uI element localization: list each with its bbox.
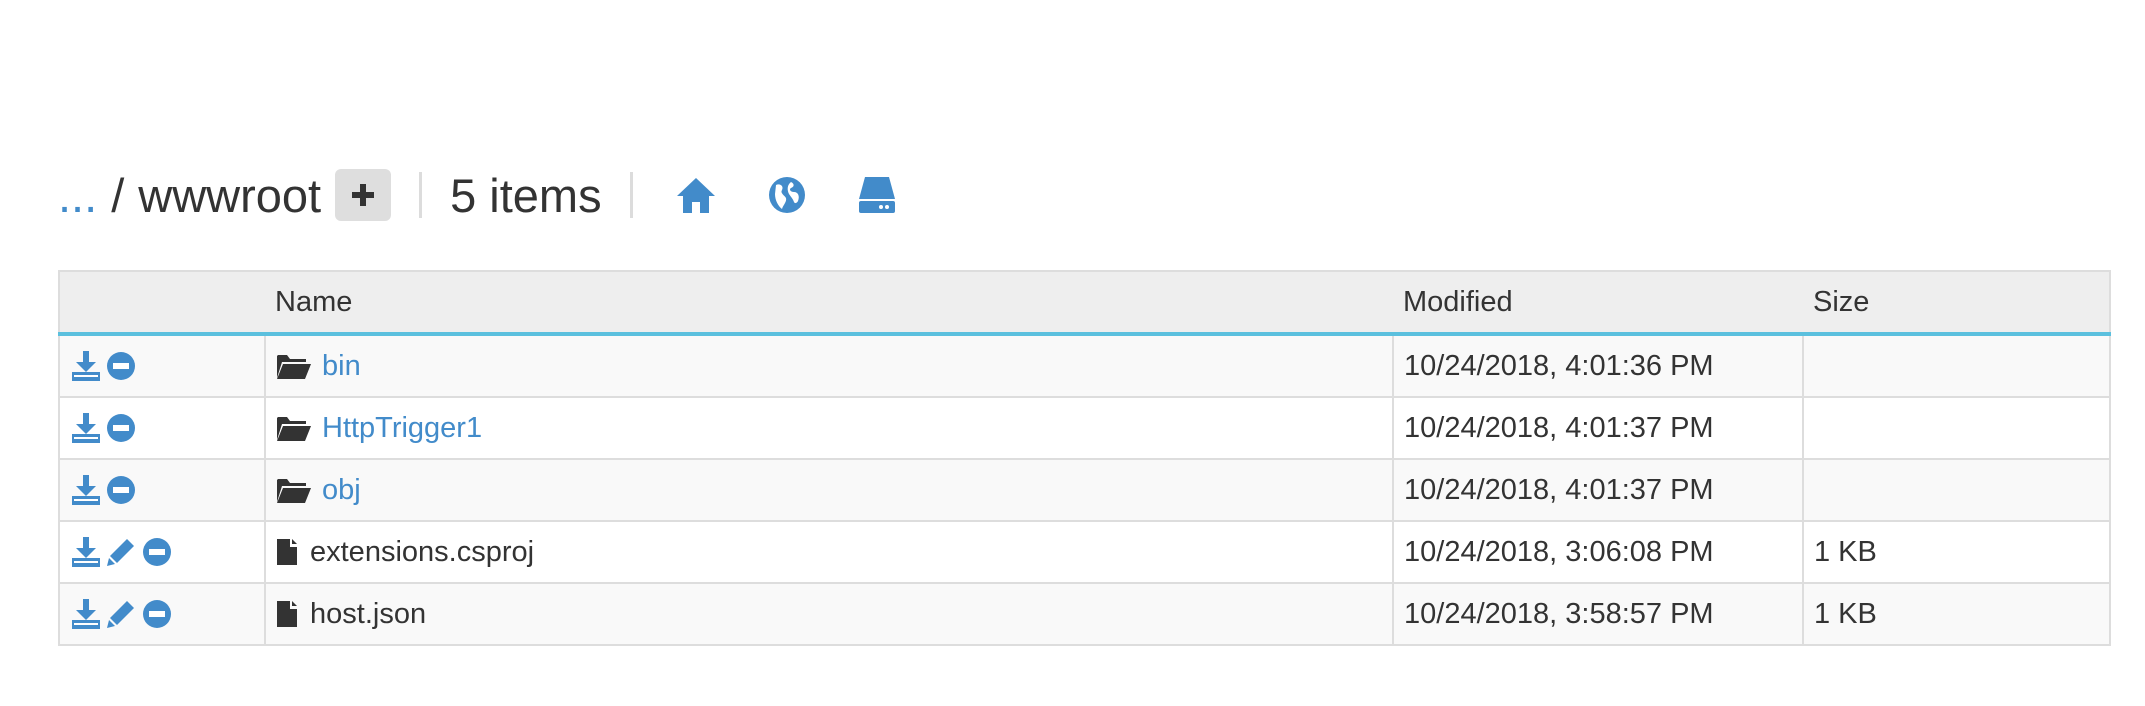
size-cell: 1 KB <box>1802 582 2111 646</box>
add-button[interactable] <box>335 169 392 221</box>
file-name[interactable]: host.json <box>310 598 426 631</box>
modified-cell: 10/24/2018, 3:06:08 PM <box>1392 520 1804 584</box>
file-icon <box>277 601 297 627</box>
folder-link[interactable]: bin <box>322 350 361 383</box>
folder-open-icon <box>277 355 311 379</box>
size-cell <box>1802 333 2111 398</box>
table-row: bin 10/24/2018, 4:01:36 PM <box>58 333 2111 398</box>
row-actions <box>58 520 266 584</box>
breadcrumb-current: wwwroot <box>138 168 322 222</box>
delete-icon[interactable] <box>106 475 136 505</box>
row-actions <box>58 458 266 522</box>
size-cell: 1 KB <box>1802 520 2111 584</box>
download-icon[interactable] <box>72 599 100 629</box>
file-table: Name Modified Size bin 10/24/2018, 4:01:… <box>58 270 2111 646</box>
download-icon[interactable] <box>72 475 100 505</box>
name-cell: bin <box>264 333 1394 398</box>
row-actions <box>58 396 266 460</box>
name-cell: HttpTrigger1 <box>264 396 1394 460</box>
row-actions <box>58 333 266 398</box>
folder-open-icon <box>277 479 311 503</box>
table-row: host.json 10/24/2018, 3:58:57 PM 1 KB <box>58 582 2111 646</box>
modified-cell: 10/24/2018, 4:01:37 PM <box>1392 458 1804 522</box>
size-cell <box>1802 458 2111 522</box>
home-button[interactable] <box>675 176 717 214</box>
file-name[interactable]: extensions.csproj <box>310 536 534 569</box>
size-column-header[interactable]: Size <box>1803 270 2111 336</box>
edit-icon[interactable] <box>106 537 136 567</box>
drive-button[interactable] <box>857 175 897 215</box>
delete-icon[interactable] <box>106 351 136 381</box>
globe-icon <box>768 177 805 213</box>
drive-icon <box>858 177 895 213</box>
toolbar-divider <box>419 172 423 218</box>
actions-column-header <box>58 270 265 336</box>
breadcrumb-parent-link[interactable]: ... <box>58 168 97 223</box>
name-column-header[interactable]: Name <box>265 270 1393 336</box>
modified-cell: 10/24/2018, 4:01:36 PM <box>1392 333 1804 398</box>
folder-open-icon <box>277 417 311 441</box>
item-count: 5 items <box>450 168 602 222</box>
table-row: obj 10/24/2018, 4:01:37 PM <box>58 458 2111 522</box>
home-icon <box>676 178 715 213</box>
modified-cell: 10/24/2018, 3:58:57 PM <box>1392 582 1804 646</box>
delete-icon[interactable] <box>142 599 172 629</box>
folder-link[interactable]: HttpTrigger1 <box>322 412 482 445</box>
table-header-row: Name Modified Size <box>58 270 2111 336</box>
download-icon[interactable] <box>72 351 100 381</box>
modified-column-header[interactable]: Modified <box>1393 270 1803 336</box>
toolbar: ... / wwwroot 5 items <box>58 162 933 228</box>
file-table-container: Name Modified Size bin 10/24/2018, 4:01:… <box>58 270 2111 646</box>
edit-icon[interactable] <box>106 599 136 629</box>
file-icon <box>277 539 297 565</box>
name-cell: obj <box>264 458 1394 522</box>
delete-icon[interactable] <box>142 537 172 567</box>
modified-cell: 10/24/2018, 4:01:37 PM <box>1392 396 1804 460</box>
download-icon[interactable] <box>72 413 100 443</box>
toolbar-divider <box>629 172 633 218</box>
name-cell: host.json <box>264 582 1394 646</box>
table-row: extensions.csproj 10/24/2018, 3:06:08 PM… <box>58 520 2111 584</box>
row-actions <box>58 582 266 646</box>
breadcrumb-separator: / <box>111 168 125 222</box>
plus-icon <box>352 184 375 206</box>
table-row: HttpTrigger1 10/24/2018, 4:01:37 PM <box>58 396 2111 460</box>
name-cell: extensions.csproj <box>264 520 1394 584</box>
folder-link[interactable]: obj <box>322 474 361 507</box>
globe-button[interactable] <box>767 175 807 215</box>
download-icon[interactable] <box>72 537 100 567</box>
delete-icon[interactable] <box>106 413 136 443</box>
size-cell <box>1802 396 2111 460</box>
